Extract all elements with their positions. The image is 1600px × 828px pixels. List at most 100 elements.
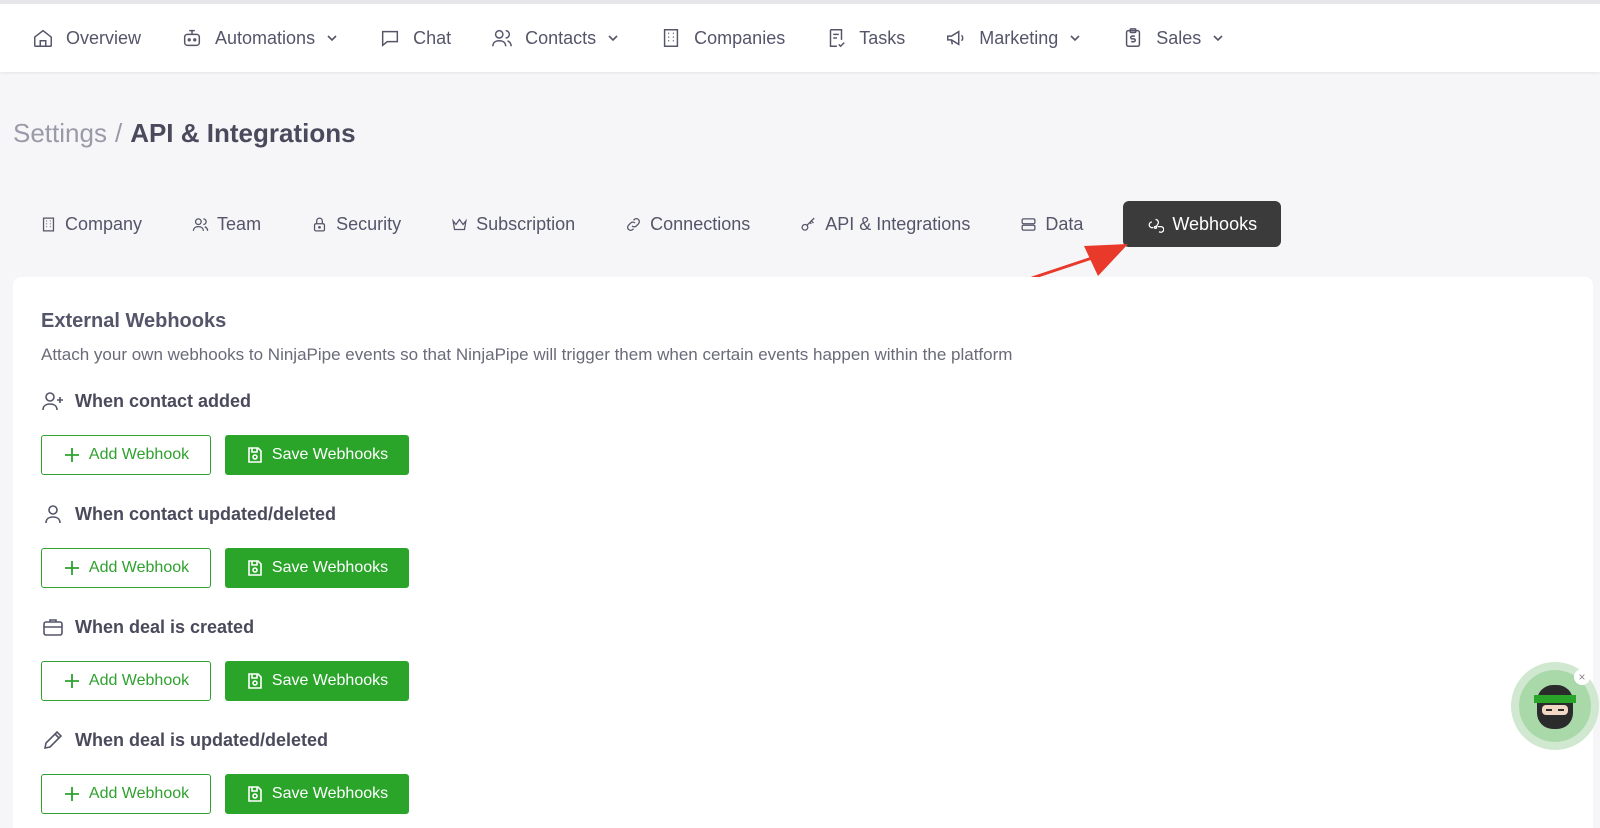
save-webhooks-button[interactable]: Save Webhooks [225,774,409,814]
chevron-down-icon [608,35,618,42]
save-webhooks-label: Save Webhooks [271,785,389,802]
tab-security[interactable]: Security [301,201,411,247]
user-plus-icon [42,392,63,411]
nav-item-tasks[interactable]: Tasks [825,27,905,49]
chevron-down-icon [1213,35,1223,42]
users-icon [192,217,209,231]
robot-icon [183,29,201,47]
chevron-down-icon [1070,35,1080,42]
tab-label: Webhooks [1172,213,1258,234]
button-row: Add Webhook Save Webhooks [41,774,409,814]
save-webhooks-label: Save Webhooks [271,672,389,689]
tab-label: Connections [650,213,751,234]
megaphone-icon [947,30,964,46]
button-row: Add Webhook Save Webhooks [41,661,409,701]
clipboard-dollar-icon [1126,28,1141,47]
nav-item-automations[interactable]: Automations [181,27,339,49]
pencil-icon [43,730,63,750]
button-row: Add Webhook Save Webhooks [41,548,409,588]
breadcrumb-separator: / [114,118,123,148]
lock-icon [313,217,326,232]
link-icon [627,217,641,231]
breadcrumb-settings[interactable]: Settings [13,118,107,149]
plus-icon [64,448,79,462]
breadcrumb: Settings / API & Integrations [13,118,356,149]
webhook-section-contact-added: When contact added Add Webhook Save Webh… [41,389,409,475]
save-webhooks-label: Save Webhooks [271,446,389,463]
save-icon [248,786,262,802]
save-webhooks-label: Save Webhooks [271,559,389,576]
tab-api-integrations[interactable]: API & Integrations [790,201,980,247]
briefcase-icon [43,619,63,636]
section-heading: When deal is created [41,615,409,639]
section-heading: When contact added [41,389,409,413]
section-title: When deal is created [75,616,255,637]
webhook-icon [1148,218,1165,233]
nav-item-label: Chat [413,27,452,48]
chat-icon [382,30,399,47]
button-row: Add Webhook Save Webhooks [41,435,409,475]
card-title: External Webhooks [41,310,227,332]
section-title: When contact updated/deleted [75,503,337,524]
webhook-section-deal-created: When deal is created Add Webhook Save We… [41,615,409,701]
nav-item-overview[interactable]: Overview [32,27,141,49]
add-webhook-button[interactable]: Add Webhook [41,548,211,588]
save-webhooks-button[interactable]: Save Webhooks [225,548,409,588]
building-icon [664,29,679,47]
nav-item-label: Tasks [859,27,906,48]
tab-label: Security [336,213,402,234]
plus-icon [64,561,79,575]
nav-item-label: Sales [1156,27,1202,48]
add-webhook-button[interactable]: Add Webhook [41,435,211,475]
tab-team[interactable]: Team [182,201,271,247]
section-title: When contact added [75,390,252,411]
top-navigation: Overview Automations Chat Contacts Compa… [0,0,1600,72]
add-webhook-button[interactable]: Add Webhook [41,774,211,814]
save-icon [248,673,262,689]
key-icon [801,217,815,231]
section-title: When deal is updated/deleted [75,729,329,750]
webhook-section-contact-updated: When contact updated/deleted Add Webhook… [41,502,409,588]
nav-item-chat[interactable]: Chat [379,27,451,49]
task-icon [829,29,845,48]
tab-company[interactable]: Company [30,201,152,247]
nav-item-label: Overview [66,27,142,48]
settings-tabs: Company Team Security Subscription Conne… [30,201,1282,247]
save-webhooks-button[interactable]: Save Webhooks [225,435,409,475]
database-icon [1021,217,1036,231]
crown-icon [452,217,467,230]
tab-connections[interactable]: Connections [615,201,760,247]
close-icon[interactable]: × [1574,669,1590,685]
section-heading: When deal is updated/deleted [41,728,409,752]
nav-item-label: Marketing [979,27,1059,48]
webhooks-card: External Webhooks Attach your own webhoo… [13,277,1593,828]
save-icon [248,447,262,463]
home-icon [34,29,52,47]
add-webhook-button[interactable]: Add Webhook [41,661,211,701]
add-webhook-label: Add Webhook [88,446,190,463]
nav-item-label: Contacts [525,27,597,48]
tab-label: Company [65,213,143,234]
chevron-down-icon [327,35,337,42]
save-icon [248,560,262,576]
nav-item-label: Automations [215,27,316,48]
nav-item-marketing[interactable]: Marketing [945,27,1082,49]
nav-item-contacts[interactable]: Contacts [491,27,620,49]
nav-item-label: Companies [694,27,786,48]
tab-label: API & Integrations [825,213,971,234]
page-title: API & Integrations [130,118,356,148]
users-icon [492,29,513,47]
tab-label: Team [217,213,262,234]
tab-data[interactable]: Data [1010,201,1093,247]
webhook-section-deal-updated: When deal is updated/deleted Add Webhook… [41,728,409,814]
tab-subscription[interactable]: Subscription [441,201,585,247]
tab-webhooks[interactable]: Webhooks [1123,201,1282,247]
nav-item-companies[interactable]: Companies [660,27,785,49]
building-icon [42,216,55,232]
nav-item-sales[interactable]: Sales [1122,27,1225,49]
add-webhook-label: Add Webhook [88,672,190,689]
save-webhooks-button[interactable]: Save Webhooks [225,661,409,701]
tab-label: Data [1045,213,1084,234]
user-icon [45,505,61,524]
card-description: Attach your own webhooks to NinjaPipe ev… [41,345,1013,364]
